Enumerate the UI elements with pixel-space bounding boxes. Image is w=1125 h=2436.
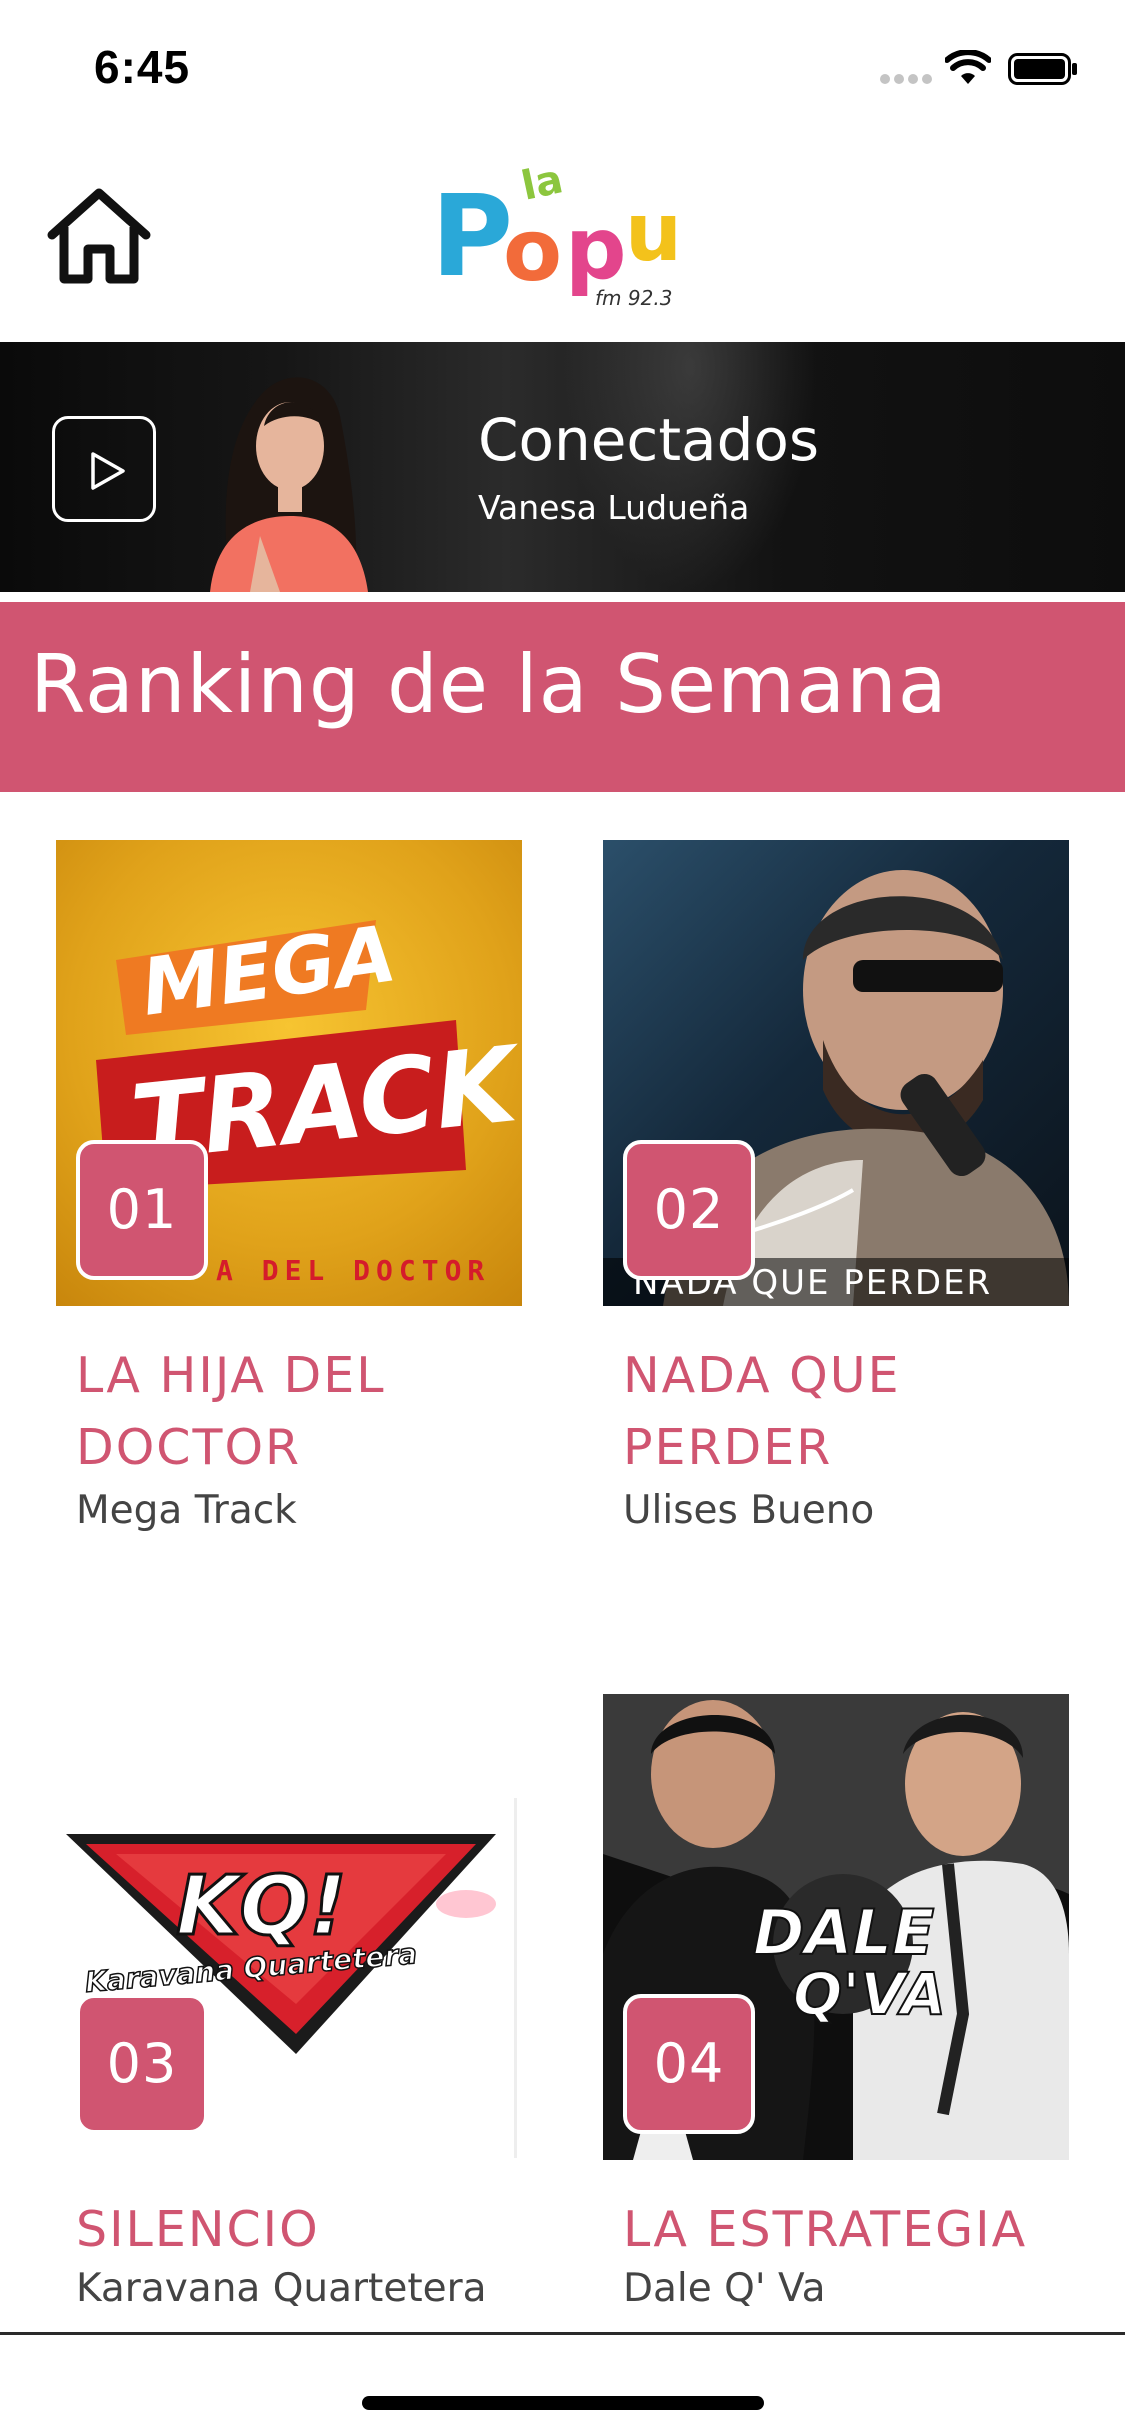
ranking-card-2[interactable]: NADA QUE PERDER 02 NADA QUE PERDER Ulise… <box>603 840 1069 1560</box>
status-time: 6:45 <box>94 41 191 93</box>
song-title-2: NADA QUE PERDER <box>623 1340 1083 1484</box>
home-indicator[interactable] <box>362 2396 764 2410</box>
svg-text:KQ!: KQ! <box>176 1859 347 1954</box>
app-header: P o p u la fm 92.3 <box>0 132 1125 342</box>
artist-name-2: Ulises Bueno <box>623 1488 875 1533</box>
song-title-4-line1: LA ESTRATEGIA <box>623 2201 1028 2258</box>
song-title-3-line1: SILENCIO <box>76 2201 320 2258</box>
svg-text:A DEL DOCTOR: A DEL DOCTOR <box>216 1254 490 1287</box>
la-popu-logo: P o p u la fm 92.3 <box>431 160 682 310</box>
ranking-header: Ranking de la Semana <box>0 602 1125 792</box>
svg-text:la: la <box>518 160 567 210</box>
rank-badge-3: 03 <box>76 1994 208 2134</box>
play-icon <box>91 452 125 490</box>
status-bar: 6:45 <box>0 0 1125 132</box>
song-title-1-line1: LA HIJA DEL <box>76 1347 386 1404</box>
ranking-card-3[interactable]: KQ! Karavana Quartetera 03 SILENCIO Kara… <box>56 1694 522 2334</box>
tab-bar-divider <box>0 2332 1125 2335</box>
program-title: Conectados <box>478 406 820 474</box>
artist-name-4: Dale Q' Va <box>623 2266 826 2311</box>
artist-name-3: Karavana Quartetera <box>76 2266 487 2311</box>
song-title-1: LA HIJA DEL DOCTOR <box>76 1340 536 1484</box>
svg-text:p: p <box>565 199 627 299</box>
play-button[interactable] <box>52 416 156 522</box>
svg-text:DALE: DALE <box>753 1896 934 1969</box>
svg-text:u: u <box>625 186 682 279</box>
battery-icon <box>1008 53 1077 85</box>
rank-badge-4: 04 <box>623 1994 755 2134</box>
song-title-4: LA ESTRATEGIA <box>623 2194 1083 2266</box>
host-photo <box>210 377 368 592</box>
artist-name-1: Mega Track <box>76 1488 297 1533</box>
signal-icon <box>880 74 934 84</box>
rank-badge-2: 02 <box>623 1140 755 1280</box>
now-playing-banner[interactable]: Conectados Vanesa Ludueña <box>0 342 1125 592</box>
song-title-1-line2: DOCTOR <box>76 1419 302 1476</box>
rank-badge-1: 01 <box>76 1140 208 1280</box>
svg-text:P: P <box>431 172 513 302</box>
program-host: Vanesa Ludueña <box>478 488 750 527</box>
ranking-title: Ranking de la Semana <box>30 638 948 731</box>
song-title-3: SILENCIO <box>76 2194 536 2266</box>
song-title-2-line2: PERDER <box>623 1419 833 1476</box>
svg-text:fm 92.3: fm 92.3 <box>595 286 672 310</box>
svg-text:o: o <box>503 201 562 301</box>
svg-text:Q'VA: Q'VA <box>793 1960 946 2028</box>
ranking-card-1[interactable]: MEGA TRACK A DEL DOCTOR 01 LA HIJA DEL D… <box>56 840 522 1560</box>
wifi-icon <box>945 50 991 84</box>
song-title-2-line1: NADA QUE <box>623 1347 901 1404</box>
ranking-card-4[interactable]: DALE Q'VA 04 LA ESTRATEGIA Dale Q' Va <box>603 1694 1069 2334</box>
home-icon[interactable] <box>44 187 154 287</box>
divider <box>0 592 1125 602</box>
svg-text:MEGA: MEGA <box>136 909 401 1034</box>
